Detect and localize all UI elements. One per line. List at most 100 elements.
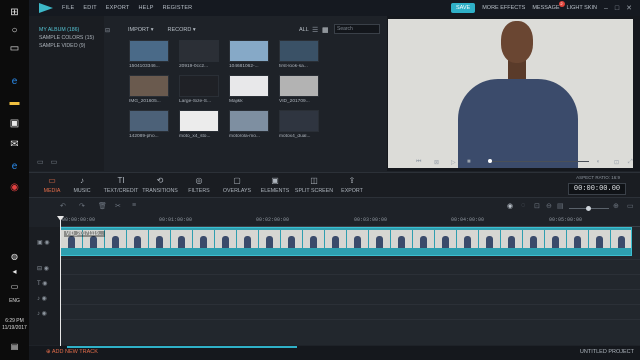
fullscreen-icon[interactable]: ⤢ <box>628 159 633 166</box>
library-my-album[interactable]: MY ALBUM (186) <box>29 26 104 34</box>
edge-browser-icon[interactable]: e <box>7 75 22 88</box>
menu-edit[interactable]: EDIT <box>83 5 96 11</box>
previous-frame-icon[interactable]: ⏮ <box>416 159 421 166</box>
text-track-icon[interactable]: T ◉ <box>37 280 47 287</box>
media-tile[interactable]: 104681062-... <box>229 40 269 69</box>
grid-view-icon[interactable]: ▦ <box>322 26 329 34</box>
minimize-icon[interactable]: – <box>604 5 608 12</box>
zoom-in-icon[interactable]: ⊕ <box>613 202 619 210</box>
playhead-line[interactable] <box>60 216 61 346</box>
media-tile[interactable]: IMG_201605... <box>129 75 169 104</box>
windows-start-icon[interactable]: ⊞ <box>7 6 22 19</box>
language-indicator[interactable]: ENG <box>0 298 29 304</box>
tool-split-screen[interactable]: ◫ SPLIT SCREEN <box>294 176 334 194</box>
close-icon[interactable]: ✕ <box>626 4 632 12</box>
media-tile[interactable]: Large-Size-S... <box>179 75 219 104</box>
library-sample-video[interactable]: SAMPLE VIDEO (9) <box>29 42 104 50</box>
tool-text-credit[interactable]: TI TEXT/CREDIT <box>101 176 141 194</box>
menu-export[interactable]: EXPORT <box>106 5 130 11</box>
preview-progress-handle[interactable] <box>488 159 492 163</box>
collapse-sidebar-icon[interactable]: ⊟ <box>105 27 113 35</box>
tool-music-label: MUSIC <box>73 188 91 194</box>
clock-time[interactable]: 6:29 PM <box>0 318 29 324</box>
tool-elements[interactable]: ▣ ELEMENTS <box>255 176 295 194</box>
delete-icon[interactable]: 🗑 <box>98 202 107 210</box>
light-skin-button[interactable]: LIGHT SKIN <box>567 5 597 11</box>
tool-transitions[interactable]: ⟲ TRANSITIONS <box>140 176 180 194</box>
audio-track-icon[interactable]: ♪ ◉ <box>37 310 47 317</box>
pip-track-icon[interactable]: ⊟ ◉ <box>37 265 49 272</box>
media-tile[interactable]: 142089-pho... <box>129 110 169 139</box>
volume-icon[interactable]: ◂ <box>7 265 22 278</box>
tool-overlays[interactable]: ▢ OVERLAYS <box>217 176 257 194</box>
media-tile[interactable]: motorola-mo... <box>229 110 269 139</box>
more-effects-button[interactable]: MORE EFFECTS <box>482 5 525 11</box>
preview-video[interactable] <box>388 19 633 168</box>
tool-filters[interactable]: ◎ FILTERS <box>179 176 219 194</box>
list-view-icon[interactable]: ☰ <box>312 26 318 34</box>
screen: ⊞ ○ ▭ e ▬ ▣ ✉ e ◉ ◍ ◂ ▭ ENG 6:29 PM 11/1… <box>0 0 640 360</box>
task-view-icon[interactable]: ▭ <box>7 42 22 55</box>
menu-right: SAVE MORE EFFECTS MESSAGE 2 LIGHT SKIN –… <box>450 1 632 13</box>
timeline-scrollbar[interactable] <box>67 346 297 348</box>
add-folder-icon[interactable]: ▭ <box>37 158 44 166</box>
cortana-icon[interactable]: ○ <box>7 24 22 37</box>
redo-icon[interactable]: ↷ <box>79 202 85 210</box>
maximize-icon[interactable]: □ <box>615 5 619 12</box>
timeline-ruler[interactable]: 00:00:00:00 00:01:00:00 00:02:00:00 00:0… <box>60 216 640 227</box>
menu-help[interactable]: HELP <box>138 5 153 11</box>
menu-file[interactable]: FILE <box>62 5 74 11</box>
media-tile[interactable]: 1504103346... <box>129 40 169 69</box>
file-explorer-icon[interactable]: ▬ <box>7 96 22 109</box>
media-tile[interactable]: motox4_dual... <box>279 110 319 139</box>
more-tools-icon[interactable]: ≡ <box>132 202 136 209</box>
media-tile[interactable]: Majikk <box>229 75 269 104</box>
play-icon[interactable]: ▷ <box>451 159 456 166</box>
clock-date[interactable]: 11/19/2017 <box>0 325 29 331</box>
library-sample-colors[interactable]: SAMPLE COLORS (15) <box>29 34 104 42</box>
notification-icon[interactable]: ▤ <box>7 340 22 353</box>
audio-mixer-icon[interactable]: ▤ <box>557 202 564 210</box>
tool-music[interactable]: ♪ MUSIC <box>62 176 102 194</box>
music-track-icon[interactable]: ♪ ◉ <box>37 295 47 302</box>
store-icon[interactable]: ▣ <box>7 117 22 130</box>
undo-icon[interactable]: ↶ <box>60 202 66 210</box>
media-tile[interactable]: 20919-0cc2... <box>179 40 219 69</box>
marker-icon[interactable]: ◌ <box>521 202 525 209</box>
volume-icon[interactable]: ◖ <box>596 159 600 165</box>
clip-frame-thumbnail <box>281 230 302 248</box>
import-dropdown[interactable]: IMPORT ▾ <box>128 27 154 33</box>
app-icon[interactable]: ◉ <box>7 181 22 194</box>
video-track-icon[interactable]: ▣ ◉ <box>37 239 50 246</box>
preview-progress-track[interactable] <box>489 161 589 162</box>
stop-icon[interactable]: ■ <box>467 159 471 165</box>
media-tile[interactable]: moto_x4_sto... <box>179 110 219 139</box>
tool-export[interactable]: ⇪ EXPORT <box>332 176 372 194</box>
media-tile[interactable]: first-look-sa... <box>279 40 319 69</box>
trim-icon[interactable]: ⊠ <box>434 159 439 166</box>
tool-text-label: TEXT/CREDIT <box>103 188 139 194</box>
mail-icon[interactable]: ✉ <box>7 138 22 151</box>
split-icon[interactable]: ✂ <box>115 202 121 210</box>
media-tile-label: first-look-sa... <box>279 64 308 69</box>
network-icon[interactable]: ◍ <box>7 250 22 263</box>
search-input[interactable]: Search <box>334 24 380 34</box>
message-button[interactable]: MESSAGE 2 <box>532 1 565 11</box>
battery-icon[interactable]: ▭ <box>7 280 22 293</box>
ie-icon[interactable]: e <box>7 160 22 173</box>
snapshot-icon[interactable]: ⊡ <box>614 159 619 166</box>
delete-folder-icon[interactable]: ▭ <box>51 158 58 166</box>
tool-split-screen-label: SPLIT SCREEN <box>294 188 334 194</box>
add-new-track-button[interactable]: ⊕ ADD NEW TRACK <box>46 349 98 355</box>
filter-all[interactable]: ALL <box>299 27 309 33</box>
snapshot-tool-icon[interactable]: ⊡ <box>534 202 540 210</box>
fit-timeline-icon[interactable]: ▭ <box>627 202 634 210</box>
record-dropdown[interactable]: RECORD ▾ <box>168 27 196 33</box>
zoom-out-icon[interactable]: ⊖ <box>546 202 552 210</box>
video-clip[interactable]: VID_20171119... <box>60 227 632 256</box>
media-tile[interactable]: VID_201709... <box>279 75 319 104</box>
save-button[interactable]: SAVE <box>450 3 476 13</box>
zoom-slider-handle[interactable] <box>586 206 591 211</box>
menu-register[interactable]: REGISTER <box>163 5 193 11</box>
render-icon[interactable]: ◉ <box>507 202 513 210</box>
